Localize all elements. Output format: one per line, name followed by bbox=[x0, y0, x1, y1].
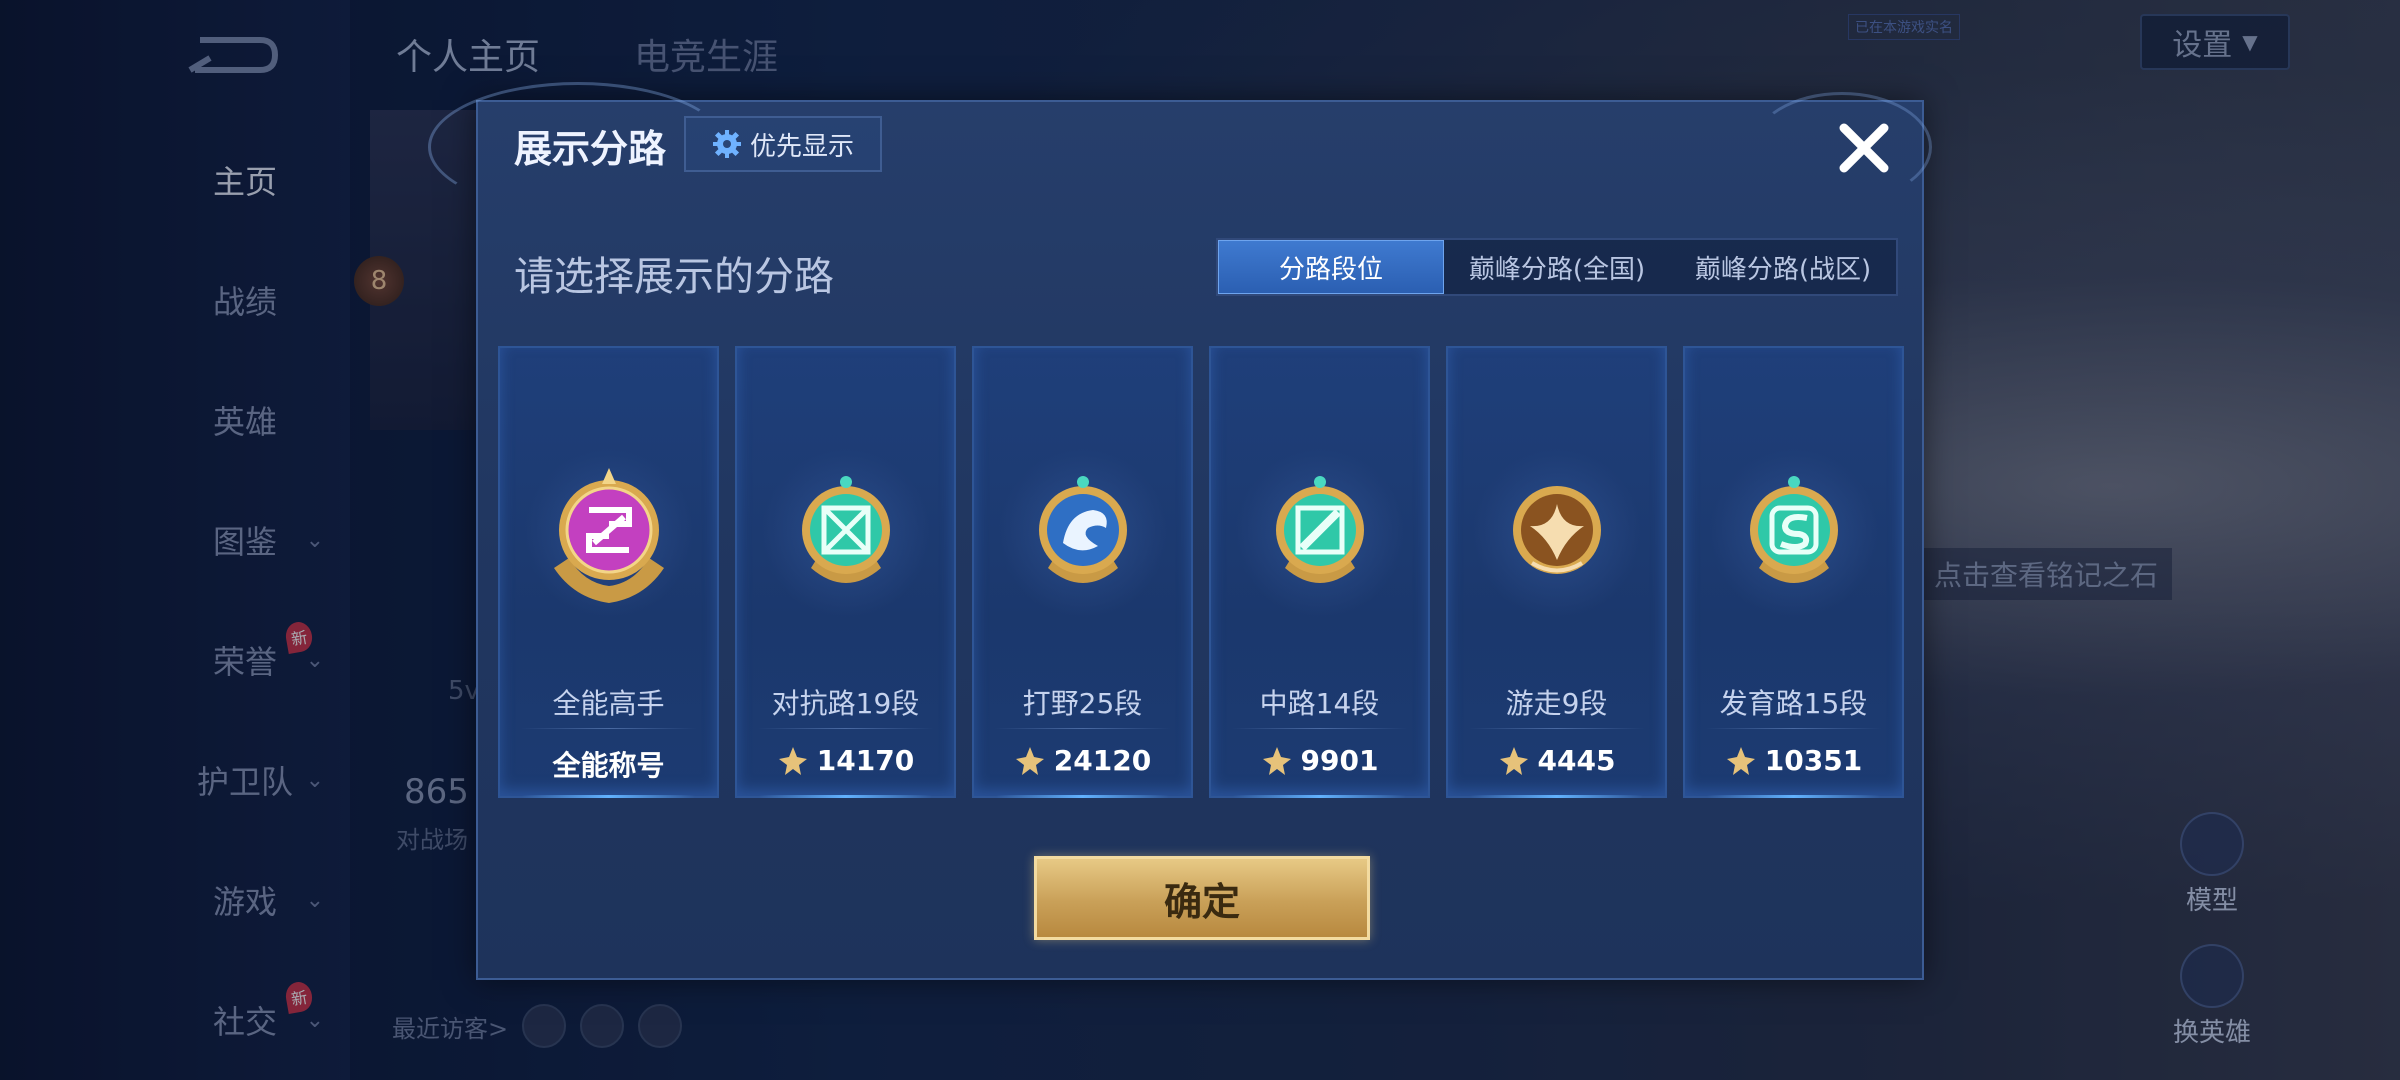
select-prompt: 请选择展示的分路 bbox=[514, 254, 834, 300]
rank-badge bbox=[1471, 448, 1642, 618]
priority-label: 优先显示 bbox=[749, 131, 854, 162]
priority-display-button[interactable]: 优先显示 bbox=[684, 116, 882, 172]
lane-value-text: 9901 bbox=[1300, 744, 1379, 777]
lane-card-roam[interactable]: 游走9段 4445 bbox=[1446, 346, 1667, 798]
rank-badge bbox=[997, 448, 1168, 618]
divider bbox=[520, 728, 697, 729]
lane-value: 4445 bbox=[1448, 744, 1665, 777]
confirm-button[interactable]: 确定 bbox=[1034, 856, 1370, 940]
lane-value: 10351 bbox=[1685, 744, 1902, 777]
mid-lane-icon bbox=[1275, 476, 1364, 583]
lane-display-dialog: 展示分路 优先显示 请选择展示的分路 分路段位 巅峰分路(全国) 巅峰分路(战区… bbox=[428, 82, 1932, 980]
lane-value-text: 14170 bbox=[816, 744, 915, 777]
divider bbox=[1468, 728, 1645, 729]
lane-card-clash[interactable]: 对抗路19段 14170 bbox=[735, 346, 956, 798]
lane-card-jungle[interactable]: 打野25段 24120 bbox=[972, 346, 1193, 798]
divider bbox=[1231, 728, 1408, 729]
divider bbox=[757, 728, 934, 729]
rank-badge bbox=[1708, 448, 1879, 618]
tab-lane-rank[interactable]: 分路段位 bbox=[1218, 240, 1444, 294]
rank-badge bbox=[760, 448, 931, 618]
divider bbox=[994, 728, 1171, 729]
rank-badge bbox=[1234, 448, 1405, 618]
tab-peak-national[interactable]: 巅峰分路(全国) bbox=[1444, 240, 1670, 294]
lane-card-farm[interactable]: 发育路15段 10351 bbox=[1683, 346, 1904, 798]
tab-peak-region[interactable]: 巅峰分路(战区) bbox=[1670, 240, 1896, 294]
lane-value: 24120 bbox=[974, 744, 1191, 777]
close-icon bbox=[1839, 123, 1889, 173]
lane-value: 14170 bbox=[737, 744, 954, 777]
roam-icon bbox=[1512, 486, 1601, 574]
rank-badge bbox=[523, 448, 694, 618]
lane-value-text: 4445 bbox=[1537, 744, 1616, 777]
divider bbox=[1705, 728, 1882, 729]
rank-point-icon bbox=[1499, 746, 1528, 775]
lane-label: 对抗路19段 bbox=[771, 687, 920, 720]
dialog-title: 展示分路 bbox=[514, 127, 667, 171]
rank-point-icon bbox=[778, 746, 807, 775]
close-button[interactable] bbox=[1832, 116, 1896, 180]
clash-lane-icon bbox=[801, 476, 890, 583]
jungle-dragon-icon bbox=[1038, 476, 1127, 583]
all-rounder-icon bbox=[553, 468, 664, 603]
lane-label: 游走9段 bbox=[1505, 687, 1608, 720]
lane-value: 全能称号 bbox=[500, 744, 717, 784]
lane-label: 发育路15段 bbox=[1719, 687, 1868, 720]
gear-icon bbox=[712, 130, 741, 158]
lane-value: 9901 bbox=[1211, 744, 1428, 777]
lane-label: 打野25段 bbox=[1022, 687, 1143, 720]
lane-card-mid[interactable]: 中路14段 9901 bbox=[1209, 346, 1430, 798]
lane-value-text: 10351 bbox=[1764, 744, 1863, 777]
rank-point-icon bbox=[1015, 746, 1044, 775]
lane-type-tabs: 分路段位 巅峰分路(全国) 巅峰分路(战区) bbox=[1216, 238, 1898, 296]
farm-lane-icon bbox=[1749, 476, 1838, 583]
rank-point-icon bbox=[1262, 746, 1291, 775]
lane-label: 中路14段 bbox=[1259, 687, 1380, 720]
lane-card-all-rounder[interactable]: 全能高手 全能称号 bbox=[498, 346, 719, 798]
lane-value-text: 24120 bbox=[1053, 744, 1152, 777]
rank-point-icon bbox=[1726, 746, 1755, 775]
lane-label: 全能高手 bbox=[552, 687, 665, 720]
lane-value-text: 全能称号 bbox=[552, 749, 665, 782]
lane-card-list: 全能高手 全能称号 对抗路19段 14170 打野25段 24120 中路14段… bbox=[498, 346, 1904, 798]
